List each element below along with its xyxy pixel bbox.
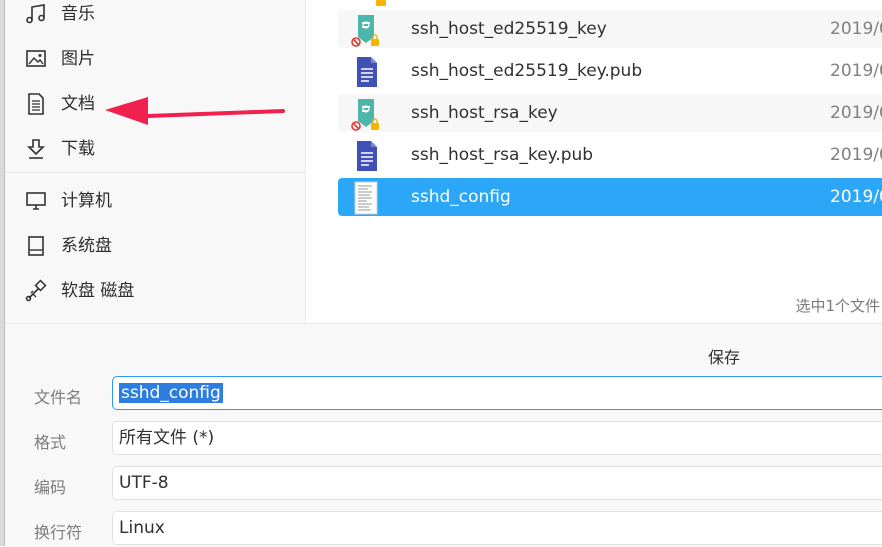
- save-panel: 保存 文件名 sshd_config 格式 所有文件 (*) 编码 UTF-8 …: [5, 323, 882, 547]
- filename-label: 文件名: [34, 388, 83, 407]
- picture-icon: [26, 50, 46, 67]
- file-name: ssh_host_rsa_key.pub: [411, 145, 594, 165]
- partial-file-icon: [376, 0, 386, 6]
- sidebar-item-downloads[interactable]: 下载: [5, 129, 305, 169]
- usb-disk-icon: [25, 279, 47, 302]
- annotation-arrow: [105, 97, 285, 125]
- file-name: ssh_host_ed25519_key: [411, 19, 607, 39]
- file-date: 2019/0: [830, 19, 882, 39]
- file-date: 2019/0: [830, 61, 882, 81]
- sidebar-item-computer[interactable]: 计算机: [5, 181, 305, 221]
- encoding-label: 编码: [34, 478, 67, 497]
- encoding-value: UTF-8: [119, 473, 169, 493]
- filename-field[interactable]: sshd_config: [112, 376, 882, 410]
- file-date: 2019/0: [830, 145, 882, 165]
- format-select[interactable]: 所有文件 (*): [112, 421, 882, 455]
- file-row-selected[interactable]: sshd_config 2019/0: [338, 178, 882, 216]
- download-icon: [27, 139, 45, 159]
- sidebar-item-label: 系统盘: [61, 236, 112, 256]
- sidebar-item-label: 计算机: [61, 191, 112, 211]
- file-row[interactable]: ssh_host_rsa_key 2019/0: [338, 94, 882, 132]
- disk-icon: [28, 236, 44, 256]
- file-name: ssh_host_rsa_key: [411, 103, 558, 123]
- sidebar: 音乐 图片 文档 下载 计算机 系统盘 软盘 磁盘: [5, 0, 306, 323]
- sidebar-item-system-disk[interactable]: 系统盘: [5, 226, 305, 266]
- format-value: 所有文件 (*): [119, 428, 215, 448]
- selection-status: 选中1个文件: [795, 297, 880, 315]
- filename-value: sshd_config: [119, 383, 223, 403]
- computer-icon: [26, 192, 46, 210]
- sidebar-item-label: 下载: [61, 139, 95, 159]
- sidebar-item-label: 音乐: [61, 4, 95, 24]
- locked-key-file-icon: [351, 15, 379, 47]
- line-ending-select[interactable]: Linux: [112, 511, 882, 545]
- format-label: 格式: [34, 433, 67, 452]
- file-date: 2019/0: [830, 187, 882, 207]
- file-name: sshd_config: [411, 187, 511, 207]
- sidebar-item-label: 图片: [61, 49, 95, 69]
- text-document-icon: [357, 141, 377, 171]
- sidebar-item-music[interactable]: 音乐: [5, 0, 305, 34]
- file-name: ssh_host_ed25519_key.pub: [411, 61, 643, 81]
- document-icon: [28, 93, 44, 115]
- file-list: ssh_host_ed25519_key 2019/0 ssh_host_ed2…: [306, 0, 882, 323]
- line-ending-label: 换行符: [34, 523, 83, 542]
- sidebar-item-label: 文档: [61, 94, 95, 114]
- panel-title: 保存: [708, 348, 741, 367]
- file-row[interactable]: ssh_host_rsa_key.pub 2019/0: [338, 136, 882, 174]
- file-row[interactable]: ssh_host_ed25519_key 2019/0: [338, 10, 882, 48]
- sidebar-item-label: 软盘 磁盘: [61, 281, 135, 301]
- file-date: 2019/0: [830, 103, 882, 123]
- music-note-icon: [26, 4, 45, 24]
- locked-key-file-icon: [351, 99, 379, 131]
- text-document-icon: [357, 57, 377, 87]
- file-row[interactable]: ssh_host_ed25519_key.pub 2019/0: [338, 52, 882, 90]
- line-ending-value: Linux: [119, 518, 165, 538]
- sidebar-item-pictures[interactable]: 图片: [5, 39, 305, 79]
- sidebar-item-removable-disk[interactable]: 软盘 磁盘: [5, 271, 305, 311]
- encoding-select[interactable]: UTF-8: [112, 466, 882, 500]
- config-file-icon: [354, 181, 378, 215]
- sidebar-separator: [5, 172, 305, 173]
